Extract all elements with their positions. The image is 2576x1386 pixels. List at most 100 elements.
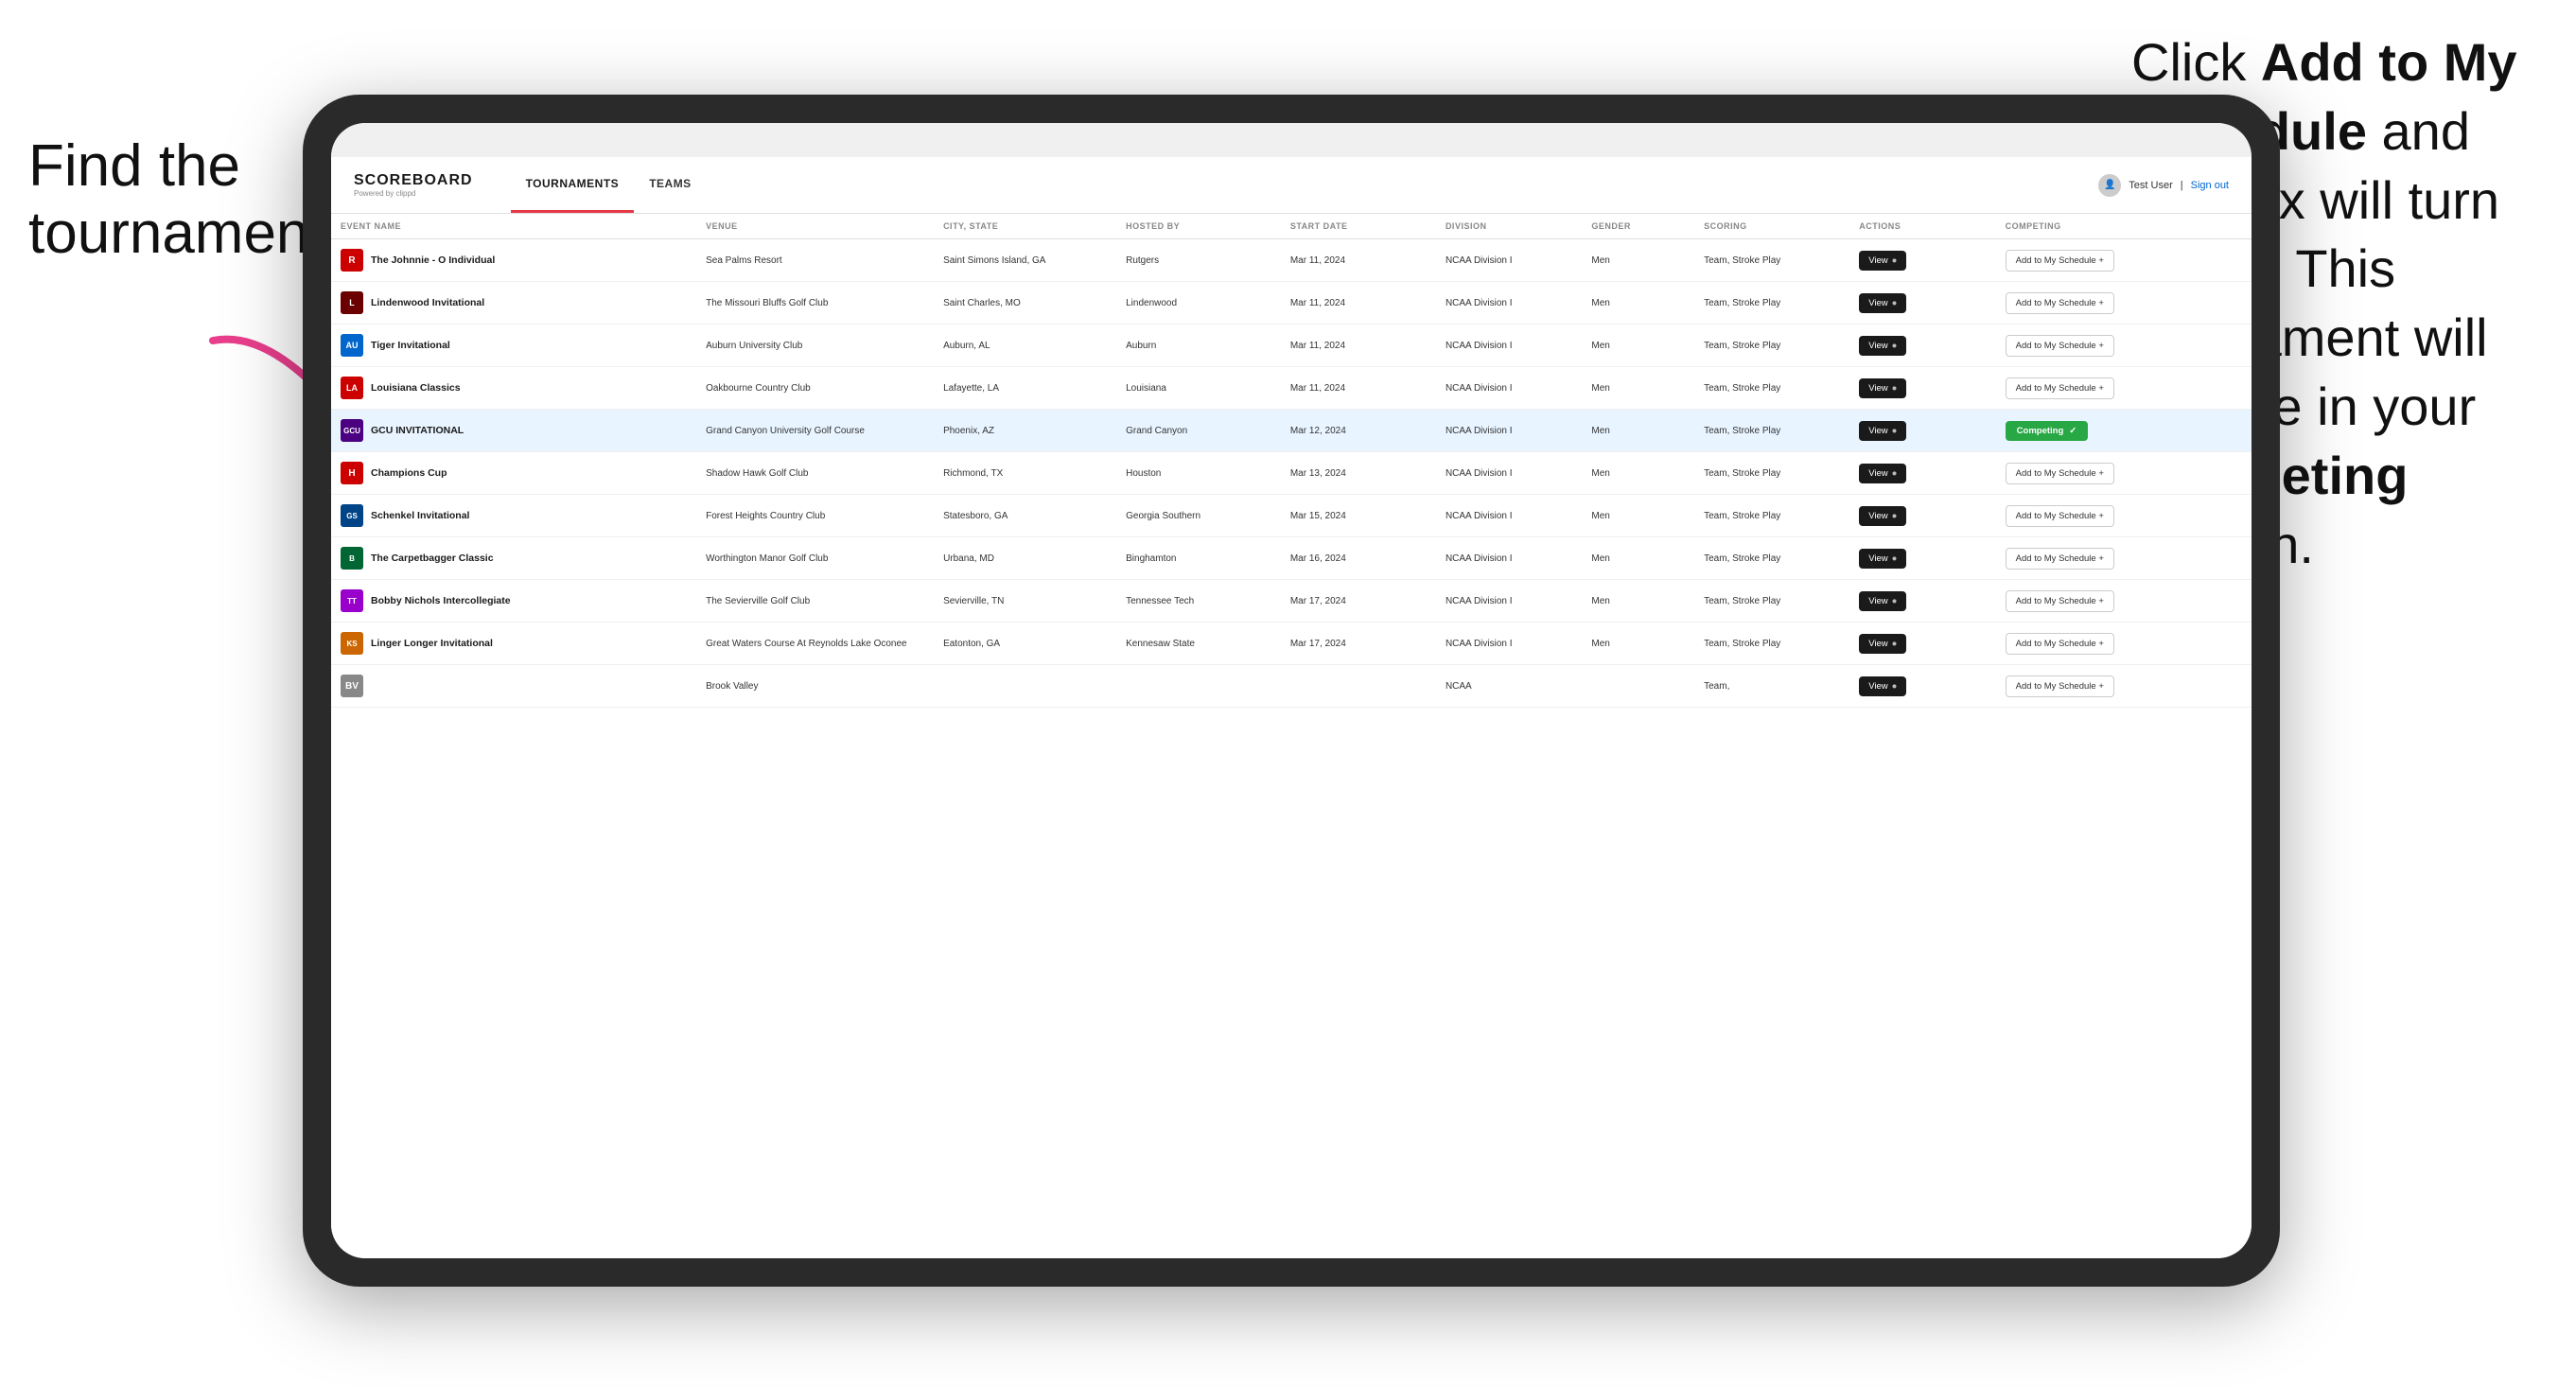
- scoring-cell: Team,: [1694, 665, 1849, 708]
- table-row: H Champions Cup Shadow Hawk Golf ClubRic…: [331, 452, 2252, 495]
- hosted-cell: Lindenwood: [1116, 282, 1281, 325]
- user-name: Test User: [2129, 180, 2172, 191]
- event-name-text: GCU INVITATIONAL: [371, 425, 464, 436]
- event-name-text: Tiger Invitational: [371, 340, 450, 351]
- division-cell: NCAA Division I: [1436, 495, 1582, 537]
- view-button[interactable]: View ●: [1859, 591, 1906, 611]
- table-wrapper[interactable]: EVENT NAME VENUE CITY, STATE HOSTED BY S…: [331, 214, 2252, 1258]
- add-schedule-button[interactable]: Add to My Schedule +: [2006, 505, 2114, 527]
- col-header-date: START DATE: [1281, 214, 1436, 239]
- view-button[interactable]: View ●: [1859, 421, 1906, 441]
- add-schedule-button[interactable]: Add to My Schedule +: [2006, 633, 2114, 655]
- city-cell: Phoenix, AZ: [934, 410, 1116, 452]
- school-logo: KS: [341, 632, 363, 655]
- school-logo: R: [341, 249, 363, 272]
- view-button[interactable]: View ●: [1859, 293, 1906, 313]
- view-button[interactable]: View ●: [1859, 634, 1906, 654]
- event-name-cell: KS Linger Longer Invitational: [331, 623, 696, 665]
- add-schedule-button[interactable]: Add to My Schedule +: [2006, 250, 2114, 272]
- view-button[interactable]: View ●: [1859, 464, 1906, 483]
- venue-cell: Grand Canyon University Golf Course: [696, 410, 934, 452]
- date-cell: Mar 17, 2024: [1281, 580, 1436, 623]
- event-name-cell: LA Louisiana Classics: [331, 367, 696, 410]
- add-schedule-button[interactable]: Add to My Schedule +: [2006, 590, 2114, 612]
- competing-cell: Add to My Schedule +: [1996, 367, 2252, 410]
- date-cell: Mar 11, 2024: [1281, 367, 1436, 410]
- gender-cell: Men: [1582, 367, 1694, 410]
- division-cell: NCAA Division I: [1436, 580, 1582, 623]
- view-button[interactable]: View ●: [1859, 549, 1906, 569]
- col-header-gender: GENDER: [1582, 214, 1694, 239]
- view-button[interactable]: View ●: [1859, 336, 1906, 356]
- division-cell: NCAA Division I: [1436, 239, 1582, 282]
- add-schedule-button[interactable]: Add to My Schedule +: [2006, 335, 2114, 357]
- hosted-cell: Tennessee Tech: [1116, 580, 1281, 623]
- event-name-text: Schenkel Invitational: [371, 510, 469, 521]
- competing-cell: Add to My Schedule +: [1996, 537, 2252, 580]
- school-logo: LA: [341, 377, 363, 399]
- hosted-cell: Rutgers: [1116, 239, 1281, 282]
- table-row: L Lindenwood Invitational The Missouri B…: [331, 282, 2252, 325]
- col-header-event: EVENT NAME: [331, 214, 696, 239]
- tablet-screen: SCOREBOARD Powered by clippd TOURNAMENTS…: [331, 123, 2252, 1258]
- event-name-cell: R The Johnnie - O Individual: [331, 239, 696, 282]
- table-row: AU Tiger Invitational Auburn University …: [331, 325, 2252, 367]
- school-logo: H: [341, 462, 363, 484]
- event-name-cell: B The Carpetbagger Classic: [331, 537, 696, 580]
- competing-button[interactable]: Competing: [2006, 421, 2089, 441]
- date-cell: Mar 11, 2024: [1281, 239, 1436, 282]
- scoring-cell: Team, Stroke Play: [1694, 623, 1849, 665]
- event-name-cell: GCU GCU INVITATIONAL: [331, 410, 696, 452]
- competing-cell: Add to My Schedule +: [1996, 495, 2252, 537]
- city-cell: Lafayette, LA: [934, 367, 1116, 410]
- view-button[interactable]: View ●: [1859, 506, 1906, 526]
- add-schedule-button[interactable]: Add to My Schedule +: [2006, 548, 2114, 570]
- competing-cell: Add to My Schedule +: [1996, 665, 2252, 708]
- add-schedule-button[interactable]: Add to My Schedule +: [2006, 292, 2114, 314]
- col-header-actions: ACTIONS: [1849, 214, 1995, 239]
- tab-teams[interactable]: TEAMS: [634, 157, 707, 213]
- hosted-cell: [1116, 665, 1281, 708]
- tab-tournaments[interactable]: TOURNAMENTS: [511, 157, 635, 213]
- sign-out-link[interactable]: Sign out: [2191, 180, 2229, 191]
- add-schedule-button[interactable]: Add to My Schedule +: [2006, 463, 2114, 484]
- add-schedule-button[interactable]: Add to My Schedule +: [2006, 377, 2114, 399]
- actions-cell: View ●: [1849, 452, 1995, 495]
- event-name-text: The Carpetbagger Classic: [371, 553, 494, 564]
- event-name-text: The Johnnie - O Individual: [371, 254, 495, 266]
- division-cell: NCAA Division I: [1436, 623, 1582, 665]
- division-cell: NCAA Division I: [1436, 367, 1582, 410]
- actions-cell: View ●: [1849, 239, 1995, 282]
- competing-cell: Add to My Schedule +: [1996, 282, 2252, 325]
- table-row: GCU GCU INVITATIONAL Grand Canyon Univer…: [331, 410, 2252, 452]
- col-header-hosted: HOSTED BY: [1116, 214, 1281, 239]
- scoring-cell: Team, Stroke Play: [1694, 239, 1849, 282]
- city-cell: Richmond, TX: [934, 452, 1116, 495]
- view-button[interactable]: View ●: [1859, 676, 1906, 696]
- gender-cell: Men: [1582, 410, 1694, 452]
- logo-title: SCOREBOARD: [354, 173, 473, 188]
- scoring-cell: Team, Stroke Play: [1694, 495, 1849, 537]
- venue-cell: Worthington Manor Golf Club: [696, 537, 934, 580]
- gender-cell: Men: [1582, 580, 1694, 623]
- gender-cell: Men: [1582, 282, 1694, 325]
- view-button[interactable]: View ●: [1859, 378, 1906, 398]
- school-logo: L: [341, 291, 363, 314]
- scoring-cell: Team, Stroke Play: [1694, 367, 1849, 410]
- view-button[interactable]: View ●: [1859, 251, 1906, 271]
- event-name-text: Lindenwood Invitational: [371, 297, 484, 308]
- date-cell: [1281, 665, 1436, 708]
- scoring-cell: Team, Stroke Play: [1694, 282, 1849, 325]
- actions-cell: View ●: [1849, 325, 1995, 367]
- gender-cell: [1582, 665, 1694, 708]
- gender-cell: Men: [1582, 239, 1694, 282]
- date-cell: Mar 16, 2024: [1281, 537, 1436, 580]
- event-name-cell: AU Tiger Invitational: [331, 325, 696, 367]
- date-cell: Mar 17, 2024: [1281, 623, 1436, 665]
- city-cell: Urbana, MD: [934, 537, 1116, 580]
- scoring-cell: Team, Stroke Play: [1694, 325, 1849, 367]
- school-logo: AU: [341, 334, 363, 357]
- add-schedule-button[interactable]: Add to My Schedule +: [2006, 675, 2114, 697]
- hosted-cell: Georgia Southern: [1116, 495, 1281, 537]
- table-row: LA Louisiana Classics Oakbourne Country …: [331, 367, 2252, 410]
